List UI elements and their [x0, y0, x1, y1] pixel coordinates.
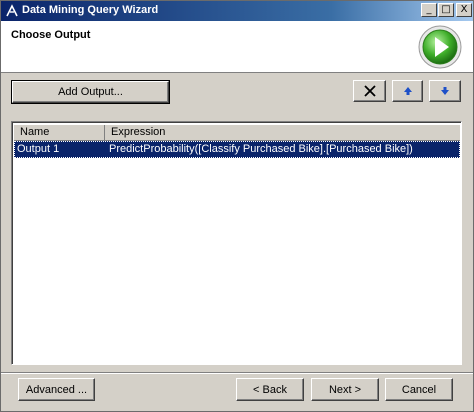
title-bar[interactable]: Data Mining Query Wizard _ □ X [1, 1, 473, 21]
arrow-up-icon [403, 87, 412, 95]
delete-x-icon [363, 85, 376, 97]
page-title: Choose Output [11, 29, 91, 41]
window-title: Data Mining Query Wizard [22, 4, 159, 16]
cancel-button[interactable]: Cancel [385, 378, 453, 401]
footer-divider [1, 372, 473, 374]
column-header-expression[interactable]: Expression [105, 125, 460, 140]
maximize-button[interactable]: □ [438, 3, 454, 17]
move-down-button[interactable] [429, 80, 461, 102]
row-expression-cell[interactable]: PredictProbability([Classify Purchased B… [105, 141, 460, 158]
advanced-button[interactable]: Advanced ... [18, 378, 95, 401]
delete-output-button[interactable] [353, 80, 386, 102]
green-play-icon [418, 25, 462, 69]
wizard-window: Data Mining Query Wizard _ □ X Choose Ou… [0, 0, 474, 412]
table-row[interactable]: Output 1 PredictProbability([Classify Pu… [14, 141, 460, 158]
output-grid[interactable]: Name Expression Output 1 PredictProbabil… [11, 121, 462, 365]
data-mining-icon [6, 4, 18, 17]
back-button[interactable]: < Back [236, 378, 304, 401]
arrow-down-icon [441, 87, 449, 95]
row-name-cell[interactable]: Output 1 [14, 141, 105, 158]
close-button[interactable]: X [456, 3, 472, 17]
wizard-header: Choose Output [1, 21, 473, 73]
grid-header: Name Expression [14, 125, 460, 141]
add-output-button[interactable]: Add Output... [11, 80, 170, 104]
minimize-button[interactable]: _ [421, 3, 437, 17]
next-button[interactable]: Next > [311, 378, 379, 401]
move-up-button[interactable] [392, 80, 423, 102]
column-header-name[interactable]: Name [14, 125, 105, 140]
